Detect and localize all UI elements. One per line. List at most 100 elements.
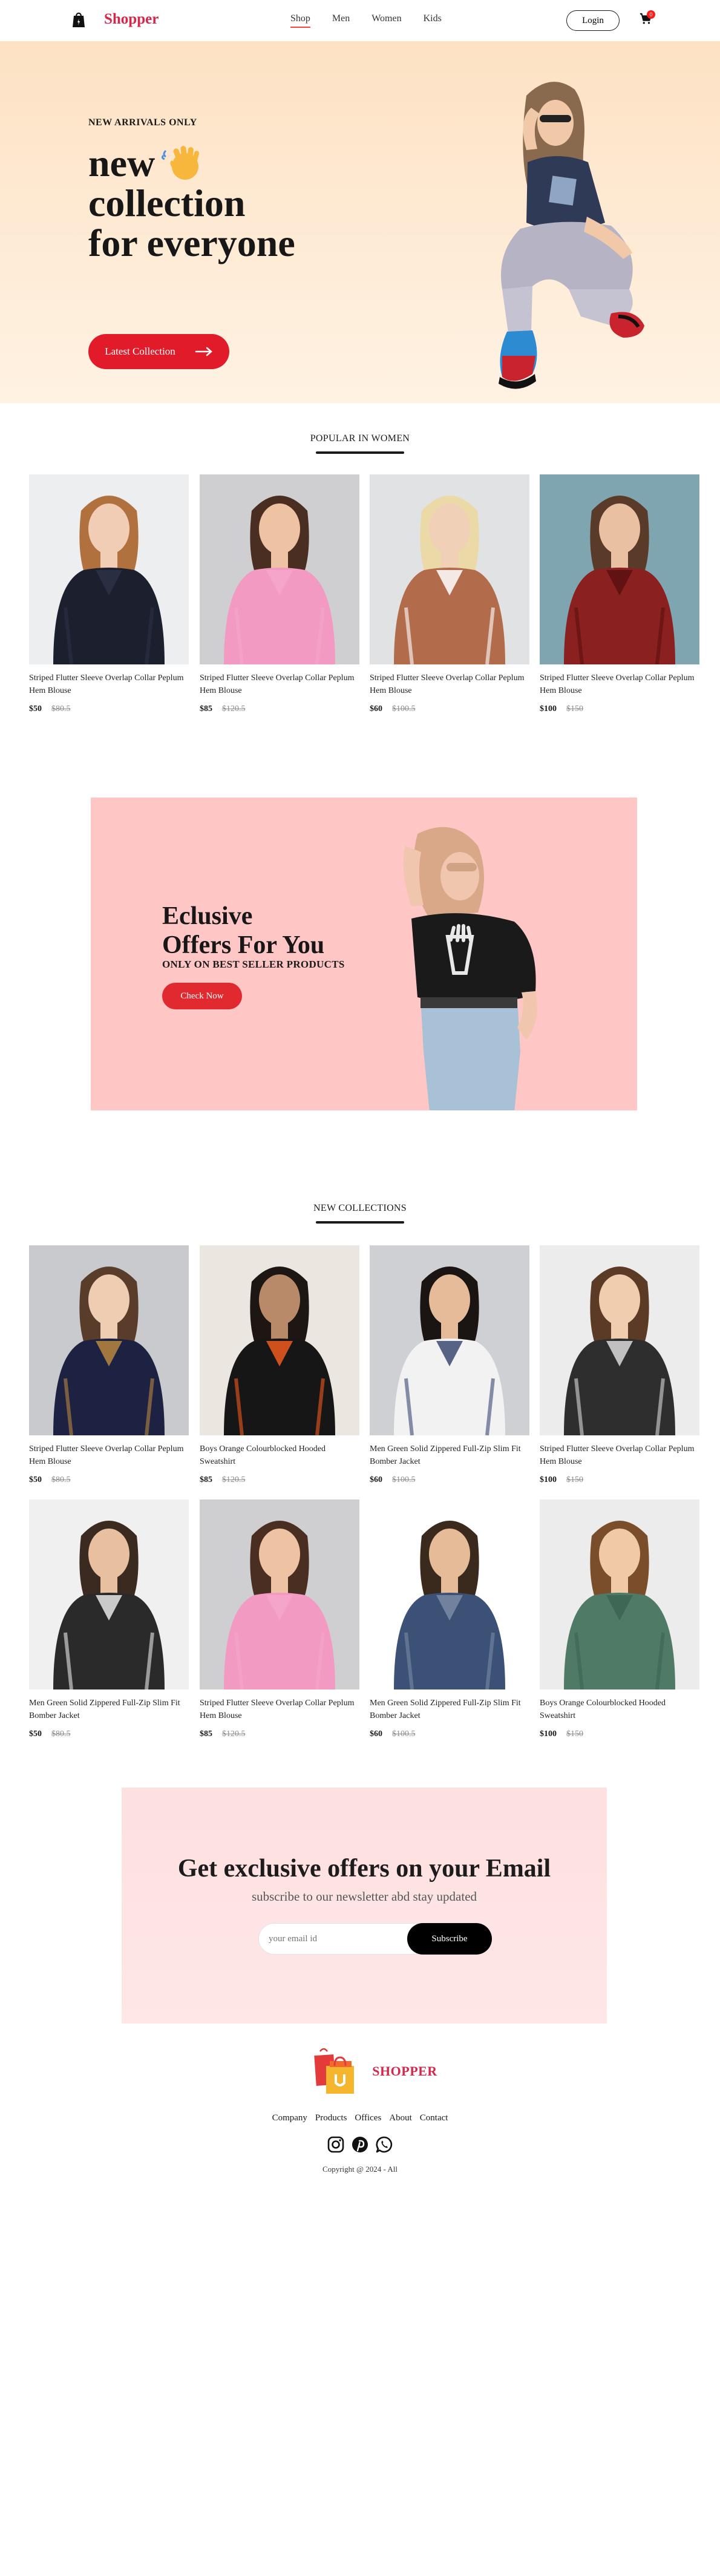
latest-collection-label: Latest Collection	[105, 346, 175, 357]
hero-section: NEW ARRIVALS ONLY new collection for eve…	[0, 41, 720, 403]
whatsapp-icon[interactable]	[375, 2135, 393, 2154]
product-card[interactable]: Striped Flutter Sleeve Overlap Collar Pe…	[540, 1245, 699, 1485]
product-name[interactable]: Striped Flutter Sleeve Overlap Collar Pe…	[29, 672, 189, 697]
new-collections-grid: Striped Flutter Sleeve Overlap Collar Pe…	[0, 1245, 720, 1742]
nav-menu: Shop Men Women Kids	[290, 13, 442, 28]
product-photo	[540, 1245, 699, 1435]
product-name[interactable]: Boys Orange Colourblocked Hooded Sweatsh…	[200, 1443, 359, 1468]
product-image[interactable]	[370, 1245, 529, 1435]
nav-logo[interactable]: Shopper	[71, 11, 159, 28]
product-image[interactable]	[370, 1499, 529, 1689]
waving-hand-icon	[162, 146, 200, 180]
old-price: $150	[566, 1475, 583, 1484]
product-card[interactable]: Men Green Solid Zippered Full-Zip Slim F…	[370, 1245, 529, 1485]
old-price: $100.5	[392, 1475, 416, 1484]
product-name[interactable]: Striped Flutter Sleeve Overlap Collar Pe…	[540, 1443, 699, 1468]
product-prices: $60 $100.5	[370, 704, 529, 714]
new-collections-title: NEW COLLECTIONS	[0, 1203, 720, 1224]
old-price: $120.5	[222, 1475, 246, 1484]
product-name[interactable]: Striped Flutter Sleeve Overlap Collar Pe…	[200, 672, 359, 697]
product-name[interactable]: Striped Flutter Sleeve Overlap Collar Pe…	[29, 1443, 189, 1468]
product-image[interactable]	[200, 474, 359, 664]
pinterest-icon[interactable]	[351, 2135, 369, 2154]
product-card[interactable]: Striped Flutter Sleeve Overlap Collar Pe…	[29, 1245, 189, 1485]
product-photo	[200, 474, 359, 664]
product-prices: $50 $80.5	[29, 1475, 189, 1485]
footer-link-about[interactable]: About	[389, 2113, 412, 2123]
offers-title-line1: Eclusive	[162, 902, 253, 930]
product-card[interactable]: Striped Flutter Sleeve Overlap Collar Pe…	[29, 474, 189, 714]
new-collections-title-text: NEW COLLECTIONS	[313, 1203, 407, 1213]
footer-link-products[interactable]: Products	[315, 2113, 347, 2123]
product-photo	[540, 474, 699, 664]
navbar: Shopper Shop Men Women Kids Login 0	[0, 0, 720, 41]
login-button[interactable]: Login	[566, 10, 620, 31]
nav-item-women[interactable]: Women	[371, 13, 401, 24]
old-price: $100.5	[392, 704, 416, 713]
product-card[interactable]: Boys Orange Colourblocked Hooded Sweatsh…	[200, 1245, 359, 1485]
product-prices: $50 $80.5	[29, 1729, 189, 1739]
footer-link-company[interactable]: Company	[272, 2113, 307, 2123]
offers-title: Eclusive Offers For You	[162, 902, 324, 960]
product-card[interactable]: Striped Flutter Sleeve Overlap Collar Pe…	[540, 474, 699, 714]
product-image[interactable]	[540, 1245, 699, 1435]
product-card[interactable]: Boys Orange Colourblocked Hooded Sweatsh…	[540, 1499, 699, 1739]
new-price: $60	[370, 704, 382, 713]
new-price: $50	[29, 704, 42, 713]
new-price: $60	[370, 1729, 382, 1739]
product-prices: $85 $120.5	[200, 1729, 359, 1739]
product-name[interactable]: Men Green Solid Zippered Full-Zip Slim F…	[370, 1443, 529, 1468]
product-prices: $100 $150	[540, 1729, 699, 1739]
footer-link-contact[interactable]: Contact	[420, 2113, 448, 2123]
popular-section: POPULAR IN WOMEN	[0, 403, 720, 454]
latest-collection-button[interactable]: Latest Collection	[88, 334, 229, 369]
old-price: $150	[566, 704, 583, 713]
new-price: $60	[370, 1475, 382, 1484]
popular-title: POPULAR IN WOMEN	[0, 433, 720, 454]
newsletter-section: Get exclusive offers on your Email subsc…	[122, 1788, 607, 2024]
product-prices: $85 $120.5	[200, 704, 359, 714]
hero-headline-line3: for everyone	[88, 221, 295, 264]
product-image[interactable]	[29, 1499, 189, 1689]
product-name[interactable]: Men Green Solid Zippered Full-Zip Slim F…	[370, 1697, 529, 1722]
product-photo	[29, 1499, 189, 1689]
product-image[interactable]	[200, 1245, 359, 1435]
product-photo	[370, 474, 529, 664]
nav-item-shop[interactable]: Shop	[290, 13, 310, 28]
product-name[interactable]: Men Green Solid Zippered Full-Zip Slim F…	[29, 1697, 189, 1722]
product-name[interactable]: Boys Orange Colourblocked Hooded Sweatsh…	[540, 1697, 699, 1722]
product-photo	[200, 1245, 359, 1435]
product-card[interactable]: Men Green Solid Zippered Full-Zip Slim F…	[370, 1499, 529, 1739]
nav-item-men[interactable]: Men	[332, 13, 350, 24]
product-photo	[29, 1245, 189, 1435]
check-now-button[interactable]: Check Now	[162, 983, 242, 1009]
shopping-bags-icon	[314, 2048, 355, 2094]
new-collections-section: NEW COLLECTIONS	[0, 1174, 720, 1224]
product-card[interactable]: Striped Flutter Sleeve Overlap Collar Pe…	[370, 474, 529, 714]
product-name[interactable]: Striped Flutter Sleeve Overlap Collar Pe…	[200, 1697, 359, 1722]
hero-headline-line1: new	[88, 144, 203, 183]
cart-button[interactable]: 0	[639, 10, 655, 27]
product-name[interactable]: Striped Flutter Sleeve Overlap Collar Pe…	[540, 672, 699, 697]
product-image[interactable]	[29, 474, 189, 664]
old-price: $80.5	[51, 704, 71, 713]
product-image[interactable]	[540, 474, 699, 664]
instagram-icon[interactable]	[327, 2135, 345, 2154]
hero-headline-word: new	[88, 142, 155, 185]
product-name[interactable]: Striped Flutter Sleeve Overlap Collar Pe…	[370, 672, 529, 697]
newsletter-title: Get exclusive offers on your Email	[177, 1855, 551, 1883]
nav-item-kids[interactable]: Kids	[424, 13, 442, 24]
old-price: $100.5	[392, 1729, 416, 1739]
product-image[interactable]	[370, 474, 529, 664]
product-card[interactable]: Men Green Solid Zippered Full-Zip Slim F…	[29, 1499, 189, 1739]
footer-logo[interactable]: SHOPPER	[29, 2048, 720, 2095]
subscribe-button[interactable]: Subscribe	[407, 1923, 492, 1955]
product-image[interactable]	[200, 1499, 359, 1689]
product-card[interactable]: Striped Flutter Sleeve Overlap Collar Pe…	[200, 1499, 359, 1739]
hero-tag: NEW ARRIVALS ONLY	[88, 117, 197, 128]
product-photo	[200, 1499, 359, 1689]
product-image[interactable]	[540, 1499, 699, 1689]
product-image[interactable]	[29, 1245, 189, 1435]
footer-link-offices[interactable]: Offices	[355, 2113, 381, 2123]
product-card[interactable]: Striped Flutter Sleeve Overlap Collar Pe…	[200, 474, 359, 714]
